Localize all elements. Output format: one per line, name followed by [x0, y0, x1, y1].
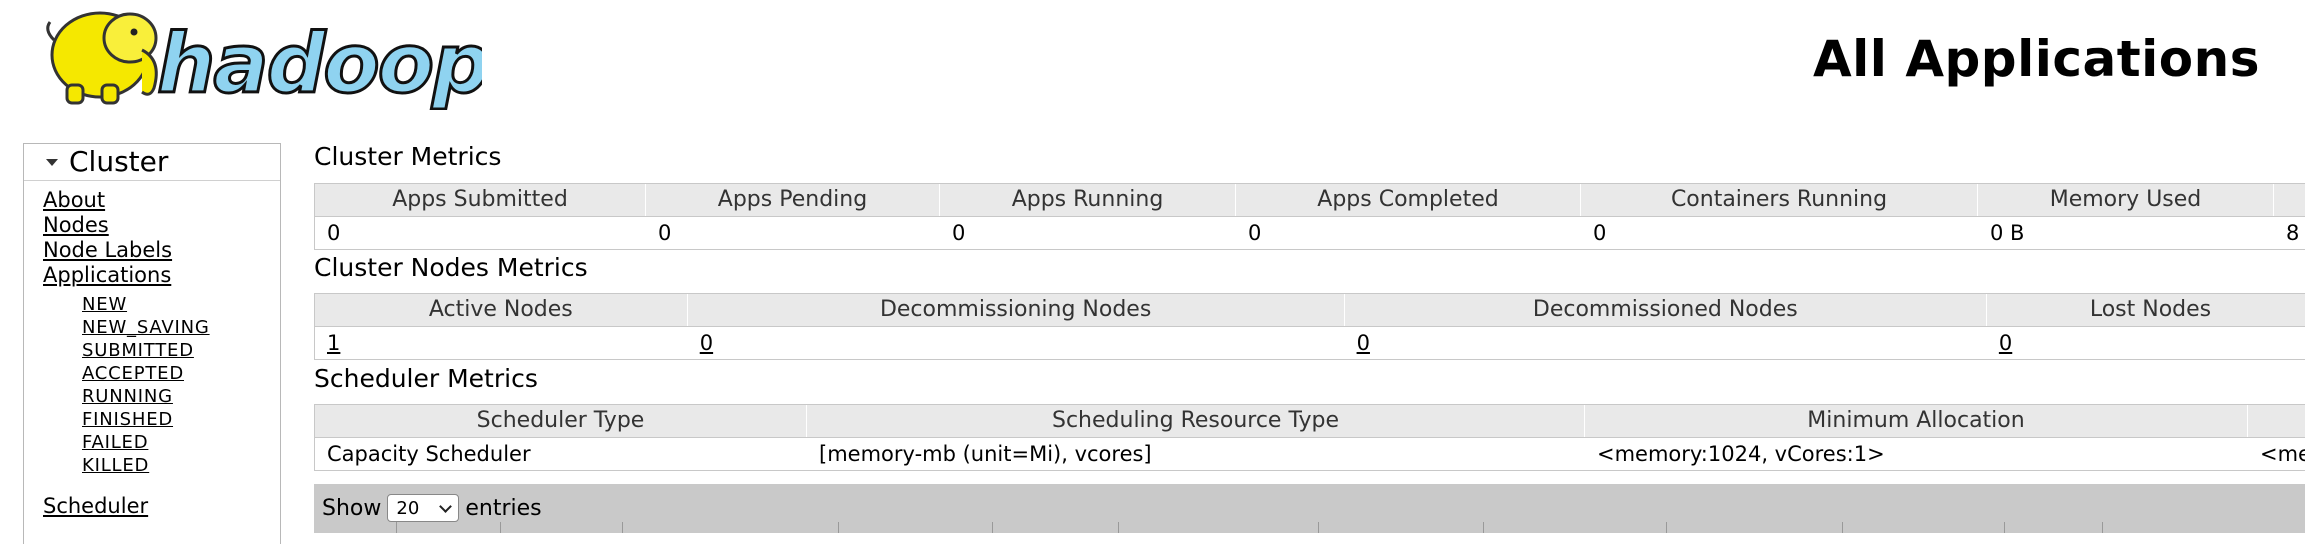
- table-header-stub: [314, 522, 2305, 533]
- table-header-row: Apps Submitted Apps Pending Apps Running…: [315, 184, 2305, 216]
- col-scheduler-type: Scheduler Type: [315, 405, 807, 437]
- apps-submitted-value: 0: [327, 221, 341, 245]
- nav-link-nodes[interactable]: Nodes: [43, 213, 109, 237]
- col-decommissioned-nodes: Decommissioned Nodes: [1345, 294, 1987, 326]
- col-active-nodes: Active Nodes: [315, 294, 688, 326]
- memory-used-value: 0 B: [1990, 221, 2025, 245]
- col-minimum-allocation: Minimum Allocation: [1585, 405, 2248, 437]
- nav-state-accepted[interactable]: ACCEPTED: [82, 363, 184, 384]
- minimum-allocation-value: <memory:1024, vCores:1>: [1597, 442, 1885, 466]
- page-size-select[interactable]: 20: [387, 494, 460, 522]
- sidebar-title: Cluster: [69, 145, 169, 178]
- cluster-metrics-table: Apps Submitted Apps Pending Apps Running…: [314, 183, 2305, 250]
- nav-link-node-labels[interactable]: Node Labels: [43, 238, 172, 262]
- nav-link-about[interactable]: About: [43, 188, 105, 212]
- col-containers-running: Containers Running: [1581, 184, 1978, 216]
- col-partial: [2248, 405, 2305, 437]
- table-header-row: Active Nodes Decommissioning Nodes Decom…: [315, 294, 2305, 326]
- scheduler-metrics-title: Scheduler Metrics: [314, 364, 538, 393]
- col-memory-used: Memory Used: [1978, 184, 2274, 216]
- hadoop-logo: hadoop: [46, 11, 482, 110]
- col-scheduling-resource-type: Scheduling Resource Type: [807, 405, 1585, 437]
- decommissioning-nodes-link[interactable]: 0: [700, 331, 713, 355]
- page-size-value: 20: [396, 497, 420, 519]
- col-apps-completed: Apps Completed: [1236, 184, 1581, 216]
- nodes-metrics-title: Cluster Nodes Metrics: [314, 253, 588, 282]
- nav-state-failed[interactable]: FAILED: [82, 432, 148, 453]
- col-partial: [2274, 184, 2305, 216]
- lost-nodes-link[interactable]: 0: [1999, 331, 2012, 355]
- page-title: All Applications: [1812, 30, 2260, 88]
- col-lost-nodes: Lost Nodes: [1987, 294, 2305, 326]
- nav-state-finished[interactable]: FINISHED: [82, 409, 173, 430]
- scheduler-metrics-table: Scheduler Type Scheduling Resource Type …: [314, 404, 2305, 471]
- containers-running-value: 0: [1593, 221, 1607, 245]
- cluster-metrics-title: Cluster Metrics: [314, 142, 502, 171]
- nav-state-new[interactable]: NEW: [82, 294, 127, 315]
- scheduler-type-value: Capacity Scheduler: [327, 442, 531, 466]
- show-label: Show: [322, 495, 382, 521]
- table-header-row: Scheduler Type Scheduling Resource Type …: [315, 405, 2305, 437]
- table-row: 1 0 0 0: [315, 326, 2305, 359]
- table-row: 0 0 0 0 0 0 B 8: [315, 216, 2305, 249]
- entries-label: entries: [465, 495, 542, 521]
- nav-state-submitted[interactable]: SUBMITTED: [82, 340, 194, 361]
- col-apps-pending: Apps Pending: [646, 184, 940, 216]
- apps-pending-value: 0: [658, 221, 672, 245]
- scheduling-resource-type-value: [memory-mb (unit=Mi), vcores]: [819, 442, 1152, 466]
- decommissioned-nodes-link[interactable]: 0: [1357, 331, 1370, 355]
- col-decommissioning-nodes: Decommissioning Nodes: [688, 294, 1345, 326]
- apps-running-value: 0: [952, 221, 966, 245]
- collapse-triangle-icon[interactable]: [46, 159, 58, 166]
- nav-link-applications[interactable]: Applications: [43, 263, 171, 287]
- table-row: Capacity Scheduler [memory-mb (unit=Mi),…: [315, 437, 2305, 470]
- sidebar-cluster-header[interactable]: Cluster: [24, 144, 280, 181]
- apps-completed-value: 0: [1248, 221, 1262, 245]
- nav-state-new-saving[interactable]: NEW_SAVING: [82, 317, 210, 338]
- nav-link-scheduler[interactable]: Scheduler: [43, 494, 148, 518]
- nodes-metrics-table: Active Nodes Decommissioning Nodes Decom…: [314, 293, 2305, 360]
- logo-wordmark: hadoop: [157, 17, 482, 110]
- chevron-down-icon: [439, 499, 453, 513]
- active-nodes-link[interactable]: 1: [327, 331, 340, 355]
- nav-state-running[interactable]: RUNNING: [82, 386, 173, 407]
- nav-state-killed[interactable]: KILLED: [82, 455, 149, 476]
- col-apps-submitted: Apps Submitted: [315, 184, 646, 216]
- elephant-icon: [46, 11, 158, 105]
- partial-allocation-value: <me: [2260, 442, 2305, 466]
- col-apps-running: Apps Running: [940, 184, 1236, 216]
- partial-value: 8: [2286, 221, 2300, 245]
